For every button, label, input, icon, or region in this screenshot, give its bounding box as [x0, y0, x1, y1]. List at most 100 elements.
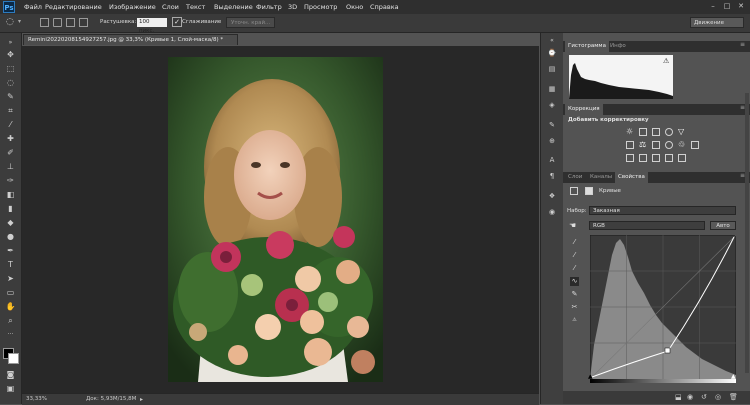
- levels-icon[interactable]: [639, 128, 647, 136]
- channel-select[interactable]: RGB: [589, 221, 705, 230]
- styles-panel-icon[interactable]: ◈: [547, 100, 557, 110]
- character-panel-icon[interactable]: A: [547, 155, 557, 165]
- color-lookup-icon[interactable]: [691, 141, 699, 149]
- 3d-panel-icon[interactable]: ❖: [547, 191, 557, 201]
- color-balance-icon[interactable]: ⚖: [639, 141, 647, 149]
- status-menu-arrow-icon[interactable]: ▸: [140, 396, 143, 403]
- actions-panel-icon[interactable]: ▤: [547, 64, 557, 74]
- menu-image[interactable]: Изображение: [109, 3, 156, 11]
- type-tool-icon[interactable]: T: [5, 259, 16, 270]
- threshold-icon[interactable]: [652, 154, 660, 162]
- tab-info[interactable]: Инфо: [607, 41, 629, 52]
- lasso-tool-icon[interactable]: ◌: [5, 77, 16, 88]
- canvas-photo[interactable]: [168, 57, 383, 382]
- menu-filter[interactable]: Фильтр: [256, 3, 282, 11]
- pencil-draw-icon[interactable]: ✎: [570, 290, 579, 299]
- menu-view[interactable]: Просмотр: [304, 3, 337, 11]
- hue-saturation-icon[interactable]: [626, 141, 634, 149]
- clone-stamp-tool-icon[interactable]: ⊥: [5, 161, 16, 172]
- white-point-eyedropper-icon[interactable]: ⁄: [570, 264, 579, 273]
- close-button[interactable]: ✕: [736, 2, 746, 11]
- subtract-selection-icon[interactable]: [66, 18, 75, 27]
- gray-point-eyedropper-icon[interactable]: ⁄: [570, 251, 579, 260]
- zoom-level[interactable]: 33,33%: [26, 396, 47, 402]
- shape-tool-icon[interactable]: ▭: [5, 287, 16, 298]
- histogram-warning-icon[interactable]: ⚠: [663, 57, 669, 65]
- layer-mask-icon[interactable]: [585, 187, 593, 195]
- white-slider-icon[interactable]: ▲: [731, 373, 736, 380]
- clipping-warning-icon[interactable]: ⚠: [570, 316, 579, 325]
- blur-tool-icon[interactable]: ◆: [5, 217, 16, 228]
- clone-source-panel-icon[interactable]: ⊕: [547, 136, 557, 146]
- refine-edge-button[interactable]: Уточн. край...: [226, 17, 276, 28]
- intersect-selection-icon[interactable]: [79, 18, 88, 27]
- brush-panel-icon[interactable]: ✎: [547, 120, 557, 130]
- marquee-tool-icon[interactable]: ⬚: [5, 63, 16, 74]
- menu-layers[interactable]: Слои: [162, 3, 179, 11]
- move-tool-icon[interactable]: ✥: [5, 49, 16, 60]
- hand-tool-icon[interactable]: ✋: [5, 301, 16, 312]
- minimize-button[interactable]: –: [708, 2, 718, 11]
- expand-panels-icon[interactable]: «: [547, 36, 557, 46]
- feather-input[interactable]: 100 пикс.: [137, 18, 167, 34]
- maximize-button[interactable]: □: [722, 2, 732, 11]
- delete-adjustment-icon[interactable]: 🗑: [729, 393, 738, 401]
- black-white-icon[interactable]: [652, 141, 660, 149]
- add-selection-icon[interactable]: [53, 18, 62, 27]
- tool-preset-chevron-icon[interactable]: ▾: [18, 18, 21, 25]
- black-point-eyedropper-icon[interactable]: ⁄: [570, 238, 579, 247]
- menu-3d[interactable]: 3D: [288, 3, 297, 11]
- tab-channels[interactable]: Каналы: [587, 172, 615, 183]
- vibrance-icon[interactable]: ▽: [678, 128, 686, 136]
- black-slider-icon[interactable]: ▲: [588, 373, 593, 380]
- pen-tool-icon[interactable]: ✒: [5, 245, 16, 256]
- zoom-tool-icon[interactable]: ⌕: [5, 315, 16, 326]
- screen-mode-icon[interactable]: ▣: [5, 383, 16, 394]
- swatches-panel-icon[interactable]: ▦: [547, 84, 557, 94]
- auto-button[interactable]: Авто: [710, 221, 736, 230]
- lasso-tool-icon[interactable]: ◌: [6, 17, 14, 27]
- quick-select-tool-icon[interactable]: ✎: [5, 91, 16, 102]
- paragraph-panel-icon[interactable]: ¶: [547, 171, 557, 181]
- quick-mask-icon[interactable]: ◙: [5, 369, 16, 380]
- crop-tool-icon[interactable]: ⌗: [5, 105, 16, 116]
- path-select-tool-icon[interactable]: ➤: [5, 273, 16, 284]
- curves-graph[interactable]: [589, 234, 737, 380]
- channel-mixer-icon[interactable]: ♲: [678, 141, 686, 149]
- posterize-icon[interactable]: [639, 154, 647, 162]
- new-selection-icon[interactable]: [40, 18, 49, 27]
- curve-point-tool-icon[interactable]: ∿: [570, 277, 579, 286]
- dodge-tool-icon[interactable]: ●: [5, 231, 16, 242]
- invert-icon[interactable]: [626, 154, 634, 162]
- background-color-swatch[interactable]: [8, 353, 19, 364]
- tab-properties[interactable]: Свойства: [615, 172, 648, 183]
- healing-brush-tool-icon[interactable]: ✚: [5, 133, 16, 144]
- history-brush-tool-icon[interactable]: ✑: [5, 175, 16, 186]
- menu-file[interactable]: Файл: [24, 3, 42, 11]
- collapse-tools-icon[interactable]: »: [5, 37, 16, 48]
- reset-icon[interactable]: ↺: [701, 393, 707, 401]
- menu-edit[interactable]: Редактирование: [45, 3, 102, 11]
- gradient-tool-icon[interactable]: ▮: [5, 203, 16, 214]
- menu-window[interactable]: Окно: [346, 3, 363, 11]
- eraser-tool-icon[interactable]: ◧: [5, 189, 16, 200]
- tab-corrections[interactable]: Коррекция: [565, 104, 603, 115]
- selective-color-icon[interactable]: [678, 154, 686, 162]
- menu-help[interactable]: Справка: [370, 3, 399, 11]
- tab-layers[interactable]: Слои: [565, 172, 585, 183]
- more-tools-icon[interactable]: ···: [5, 329, 16, 340]
- menu-type[interactable]: Текст: [186, 3, 205, 11]
- preset-select[interactable]: Заказная: [589, 206, 736, 215]
- brightness-icon[interactable]: ☼: [626, 128, 634, 136]
- exposure-icon[interactable]: [665, 128, 673, 136]
- curves-icon[interactable]: [652, 128, 660, 136]
- brush-tool-icon[interactable]: ✐: [5, 147, 16, 158]
- menu-select[interactable]: Выделение: [214, 3, 253, 11]
- antialias-checkbox[interactable]: ✓: [172, 17, 182, 27]
- visibility-icon[interactable]: ◎: [715, 393, 721, 401]
- photo-filter-icon[interactable]: [665, 141, 673, 149]
- panel-menu-icon[interactable]: ≡: [740, 41, 745, 48]
- history-panel-icon[interactable]: ⌚: [547, 48, 557, 58]
- eyedropper-tool-icon[interactable]: ⁄: [5, 119, 16, 130]
- notes-panel-icon[interactable]: ◉: [547, 207, 557, 217]
